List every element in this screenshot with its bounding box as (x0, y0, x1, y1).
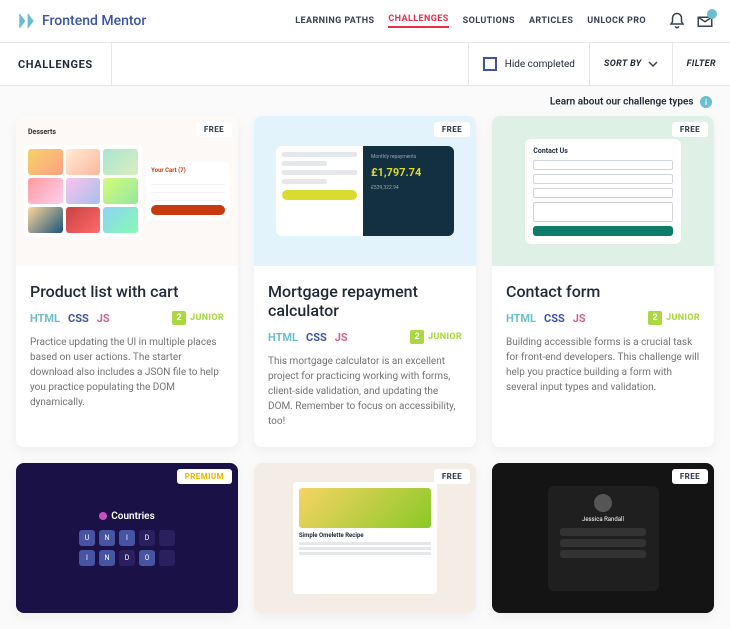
filter-button[interactable]: FILTER (672, 43, 730, 85)
chevron-down-icon (648, 59, 658, 69)
card-preview: Desserts Your Cart (7) FREE (16, 116, 238, 266)
main-nav: LEARNING PATHS CHALLENGES SOLUTIONS ARTI… (295, 12, 714, 30)
card-title: Contact form (506, 282, 700, 301)
card-description: This mortgage calculator is an excellent… (268, 354, 462, 429)
card-preview: Monthly repayments£1,797.74£539,322.94 F… (254, 116, 476, 266)
free-tag: FREE (672, 122, 708, 137)
nav-learning-paths[interactable]: LEARNING PATHS (295, 16, 374, 26)
difficulty-badge: 2JUNIOR (410, 330, 462, 344)
info-icon[interactable]: i (700, 96, 712, 108)
nav-articles[interactable]: ARTICLES (529, 16, 573, 26)
free-tag: FREE (672, 469, 708, 484)
difficulty-badge: 2JUNIOR (648, 311, 700, 325)
nav-solutions[interactable]: SOLUTIONS (463, 16, 515, 26)
card-description: Practice updating the UI in multiple pla… (30, 335, 224, 410)
free-tag: FREE (196, 122, 232, 137)
inbox-badge (707, 9, 717, 19)
card-title: Product list with cart (30, 282, 224, 301)
sort-by-dropdown[interactable]: SORT BY (589, 43, 672, 85)
card-title: Mortgage repayment calculator (268, 282, 462, 320)
card-preview: Contact Us FREE (492, 116, 714, 266)
challenge-card[interactable]: Simple Omelette Recipe FREE (254, 463, 476, 613)
checkbox-icon (483, 57, 497, 71)
nav-challenges[interactable]: CHALLENGES (388, 14, 448, 28)
logo-icon (16, 11, 36, 31)
challenge-card[interactable]: Desserts Your Cart (7) FREE Product list… (16, 116, 238, 447)
free-tag: FREE (434, 469, 470, 484)
challenge-card[interactable]: Jessica Randall FREE (492, 463, 714, 613)
difficulty-badge: 2JUNIOR (172, 311, 224, 325)
card-description: Building accessible forms is a crucial t… (506, 335, 700, 395)
nav-unlock-pro[interactable]: UNLOCK PRO (587, 16, 646, 26)
challenges-grid: Desserts Your Cart (7) FREE Product list… (0, 116, 730, 629)
main-header: Frontend Mentor LEARNING PATHS CHALLENGE… (0, 0, 730, 42)
learn-link[interactable]: Learn about our challenge types (550, 97, 694, 108)
challenge-card[interactable]: Contact Us FREE Contact form HTMLCSSJS 2… (492, 116, 714, 447)
hide-completed-label: Hide completed (505, 59, 575, 70)
notifications-icon[interactable] (668, 12, 686, 30)
learn-row: Learn about our challenge types i (0, 86, 730, 116)
card-preview: Countries UNID INDO PREMIUM (16, 463, 238, 613)
sort-by-label: SORT BY (604, 59, 642, 69)
inbox-icon[interactable] (696, 12, 714, 30)
card-preview: Simple Omelette Recipe FREE (254, 463, 476, 613)
brand-name: Frontend Mentor (42, 13, 146, 29)
page-title: CHALLENGES (0, 43, 112, 85)
premium-tag: PREMIUM (177, 469, 232, 484)
challenge-card[interactable]: Monthly repayments£1,797.74£539,322.94 F… (254, 116, 476, 447)
hide-completed-toggle[interactable]: Hide completed (468, 43, 589, 85)
free-tag: FREE (434, 122, 470, 137)
card-preview: Jessica Randall FREE (492, 463, 714, 613)
brand-logo[interactable]: Frontend Mentor (16, 11, 146, 31)
sub-header: CHALLENGES Hide completed SORT BY FILTER (0, 42, 730, 86)
challenge-card[interactable]: Countries UNID INDO PREMIUM (16, 463, 238, 613)
